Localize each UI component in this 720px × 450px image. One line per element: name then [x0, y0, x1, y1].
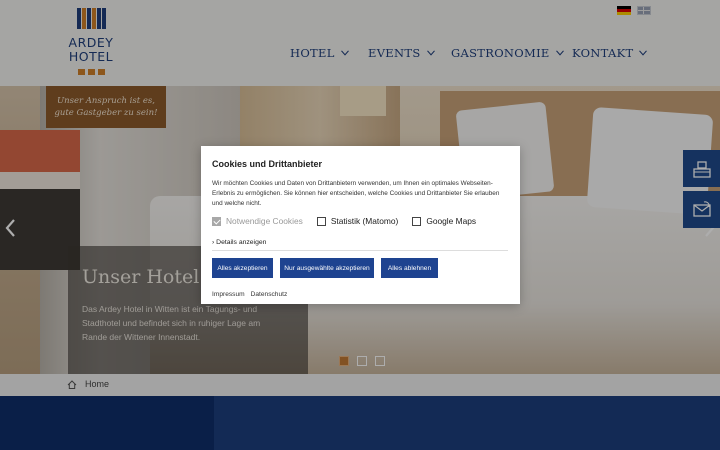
- option-label: Google Maps: [426, 216, 477, 226]
- google-maps-checkbox[interactable]: [412, 216, 422, 226]
- necessary-cookies-checkbox: [212, 216, 221, 226]
- statistics-checkbox[interactable]: [316, 216, 326, 226]
- option-statistics[interactable]: Statistik (Matomo): [316, 216, 399, 226]
- dialog-text: Wir möchten Cookies und Daten von Dritta…: [212, 180, 500, 207]
- dialog-title: Cookies und Drittanbieter: [212, 159, 323, 169]
- datenschutz-link[interactable]: Datenschutz: [251, 291, 288, 298]
- option-necessary-cookies: Notwendige Cookies: [212, 216, 303, 226]
- accept-all-button[interactable]: Alles akzeptieren: [212, 258, 273, 278]
- dialog-links: Impressum Datenschutz: [212, 291, 287, 298]
- details-label: Details anzeigen: [216, 239, 267, 246]
- details-toggle[interactable]: › Details anzeigen: [212, 239, 266, 246]
- divider: [212, 250, 508, 251]
- dialog-actions: Alles akzeptieren Nur ausgewählte akzept…: [212, 258, 438, 278]
- reject-all-button[interactable]: Alles ablehnen: [381, 258, 438, 278]
- chevron-right-icon: ›: [212, 239, 215, 246]
- option-label: Statistik (Matomo): [330, 216, 399, 226]
- option-label: Notwendige Cookies: [226, 216, 303, 226]
- accept-selected-button[interactable]: Nur ausgewählte akzeptieren: [280, 258, 374, 278]
- cookie-options: Notwendige Cookies Statistik (Matomo) Go…: [212, 216, 490, 226]
- cookie-consent-dialog: Cookies und Drittanbieter Wir möchten Co…: [201, 146, 520, 304]
- option-google-maps[interactable]: Google Maps: [412, 216, 476, 226]
- impressum-link[interactable]: Impressum: [212, 291, 245, 298]
